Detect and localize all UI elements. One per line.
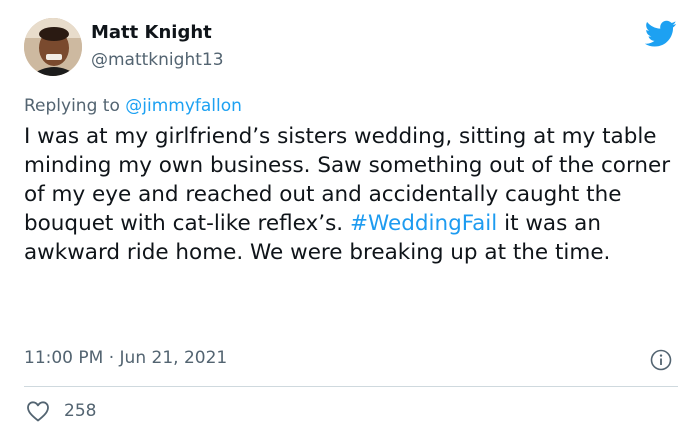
author-handle[interactable]: @mattknight13	[91, 50, 224, 70]
divider	[24, 386, 678, 387]
tweet-timestamp: 11:00 PM · Jun 21, 2021	[24, 348, 227, 368]
author-name[interactable]: Matt Knight	[91, 22, 212, 43]
tweet-time[interactable]: 11:00 PM	[24, 348, 103, 368]
heart-icon[interactable]	[26, 400, 50, 422]
tweet-card: Matt Knight @mattknight13 Replying to @j…	[0, 0, 700, 442]
meta-separator: ·	[108, 348, 115, 368]
reply-prefix: Replying to	[24, 96, 120, 116]
avatar[interactable]	[24, 18, 82, 76]
like-count: 258	[64, 401, 97, 421]
tweet-text: I was at my girlfriend’s sisters wedding…	[24, 122, 674, 267]
like-action: 258	[26, 400, 96, 422]
hashtag-link[interactable]: #WeddingFail	[350, 211, 497, 236]
tweet-date[interactable]: Jun 21, 2021	[120, 348, 228, 368]
reply-mention-link[interactable]: @jimmyfallon	[125, 96, 242, 116]
twitter-bird-icon	[645, 20, 677, 47]
info-icon[interactable]	[650, 349, 672, 371]
reply-context: Replying to @jimmyfallon	[24, 96, 242, 116]
